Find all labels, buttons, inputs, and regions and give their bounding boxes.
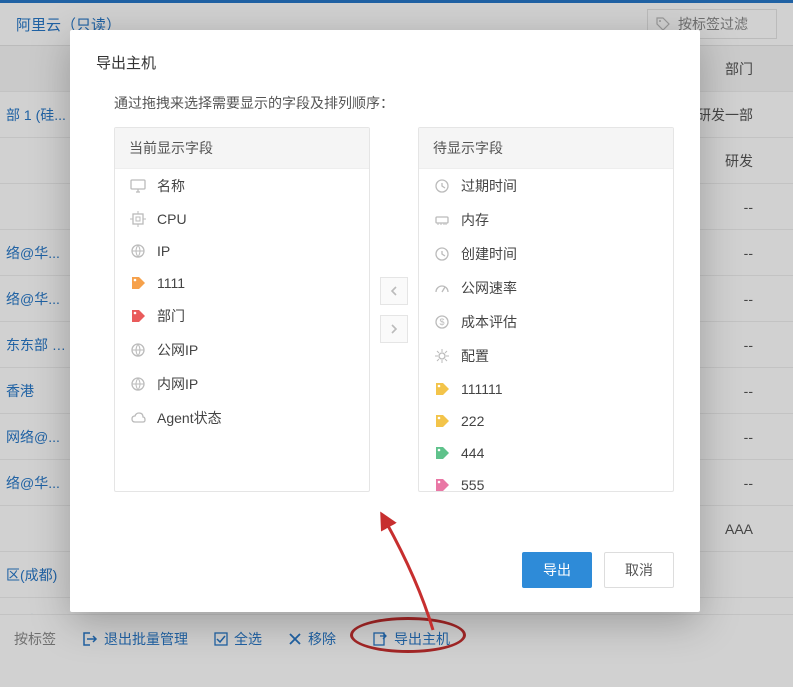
field-item[interactable]: 222: [419, 405, 673, 437]
cpu-icon: [129, 210, 147, 228]
field-item[interactable]: IP: [115, 235, 369, 267]
tag-red-icon: [129, 307, 147, 325]
modal-subtitle: 通过拖拽来选择需要显示的字段及排列顺序：: [114, 93, 674, 113]
monitor-icon: [129, 177, 147, 195]
field-item[interactable]: 配置: [419, 339, 673, 373]
pending-fields-head: 待显示字段: [419, 128, 673, 169]
field-item[interactable]: $ 成本评估: [419, 305, 673, 339]
globe-icon: [129, 375, 147, 393]
svg-text:$: $: [439, 317, 444, 327]
field-label: 创建时间: [461, 244, 517, 264]
field-item[interactable]: Agent状态: [115, 401, 369, 435]
chevron-right-icon: [389, 324, 399, 334]
globe-icon: [129, 341, 147, 359]
clock-icon: [433, 245, 451, 263]
current-fields-head: 当前显示字段: [115, 128, 369, 169]
field-label: 内存: [461, 210, 489, 230]
cloud-icon: [129, 409, 147, 427]
field-item[interactable]: 公网速率: [419, 271, 673, 305]
field-label: IP: [157, 243, 170, 259]
field-item[interactable]: 部门: [115, 299, 369, 333]
globe-icon: [129, 242, 147, 260]
field-item[interactable]: 公网IP: [115, 333, 369, 367]
field-label: 名称: [157, 176, 185, 196]
field-label: 公网速率: [461, 278, 517, 298]
field-item[interactable]: 过期时间: [419, 169, 673, 203]
field-item[interactable]: 内存: [419, 203, 673, 237]
field-item[interactable]: 名称: [115, 169, 369, 203]
field-label: 222: [461, 413, 484, 429]
tag-yellow-icon: [433, 380, 451, 398]
field-label: 成本评估: [461, 312, 517, 332]
tag-green-icon: [433, 444, 451, 462]
clock-icon: [433, 177, 451, 195]
field-label: 部门: [157, 306, 185, 326]
current-fields-list[interactable]: 名称 CPU IP 1111 部门公网IP 内网IP Agent状态: [115, 169, 369, 435]
field-item[interactable]: 444: [419, 437, 673, 469]
cancel-button[interactable]: 取消: [604, 552, 674, 588]
gauge-icon: [433, 279, 451, 297]
field-item[interactable]: 创建时间: [419, 237, 673, 271]
field-item[interactable]: 111111: [419, 373, 673, 405]
modal-title: 导出主机: [96, 52, 674, 73]
pending-fields-box: 待显示字段 过期时间内存创建时间公网速率 $ 成本评估配置 111111 222 444 5…: [418, 127, 674, 492]
gear-icon: [433, 347, 451, 365]
memory-icon: [433, 211, 451, 229]
field-label: Agent状态: [157, 408, 222, 428]
chevron-left-icon: [389, 286, 399, 296]
tag-pink-icon: [433, 476, 451, 491]
export-button[interactable]: 导出: [522, 552, 592, 588]
field-label: CPU: [157, 211, 187, 227]
field-item[interactable]: 555: [419, 469, 673, 491]
move-right-button[interactable]: [380, 315, 408, 343]
tag-yellow-icon: [433, 412, 451, 430]
field-item[interactable]: CPU: [115, 203, 369, 235]
field-item[interactable]: 内网IP: [115, 367, 369, 401]
current-fields-box: 当前显示字段 名称 CPU IP 1111 部门公网IP 内网IP Agent状态: [114, 127, 370, 492]
field-label: 111111: [461, 381, 503, 397]
dollar-icon: $: [433, 313, 451, 331]
field-label: 配置: [461, 346, 489, 366]
tag-orange-icon: [129, 274, 147, 292]
field-label: 1111: [157, 275, 185, 291]
field-label: 内网IP: [157, 374, 198, 394]
field-label: 过期时间: [461, 176, 517, 196]
field-label: 444: [461, 445, 484, 461]
pending-fields-list[interactable]: 过期时间内存创建时间公网速率$成本评估配置111111222444555666d…: [419, 169, 673, 491]
field-item[interactable]: 1111: [115, 267, 369, 299]
modal-footer: 导出 取消: [96, 552, 674, 588]
move-left-button[interactable]: [380, 277, 408, 305]
field-label: 公网IP: [157, 340, 198, 360]
transfer-controls: [380, 127, 408, 492]
export-host-modal: 导出主机 通过拖拽来选择需要显示的字段及排列顺序： 当前显示字段 名称 CPU IP…: [70, 30, 700, 612]
field-label: 555: [461, 477, 484, 491]
